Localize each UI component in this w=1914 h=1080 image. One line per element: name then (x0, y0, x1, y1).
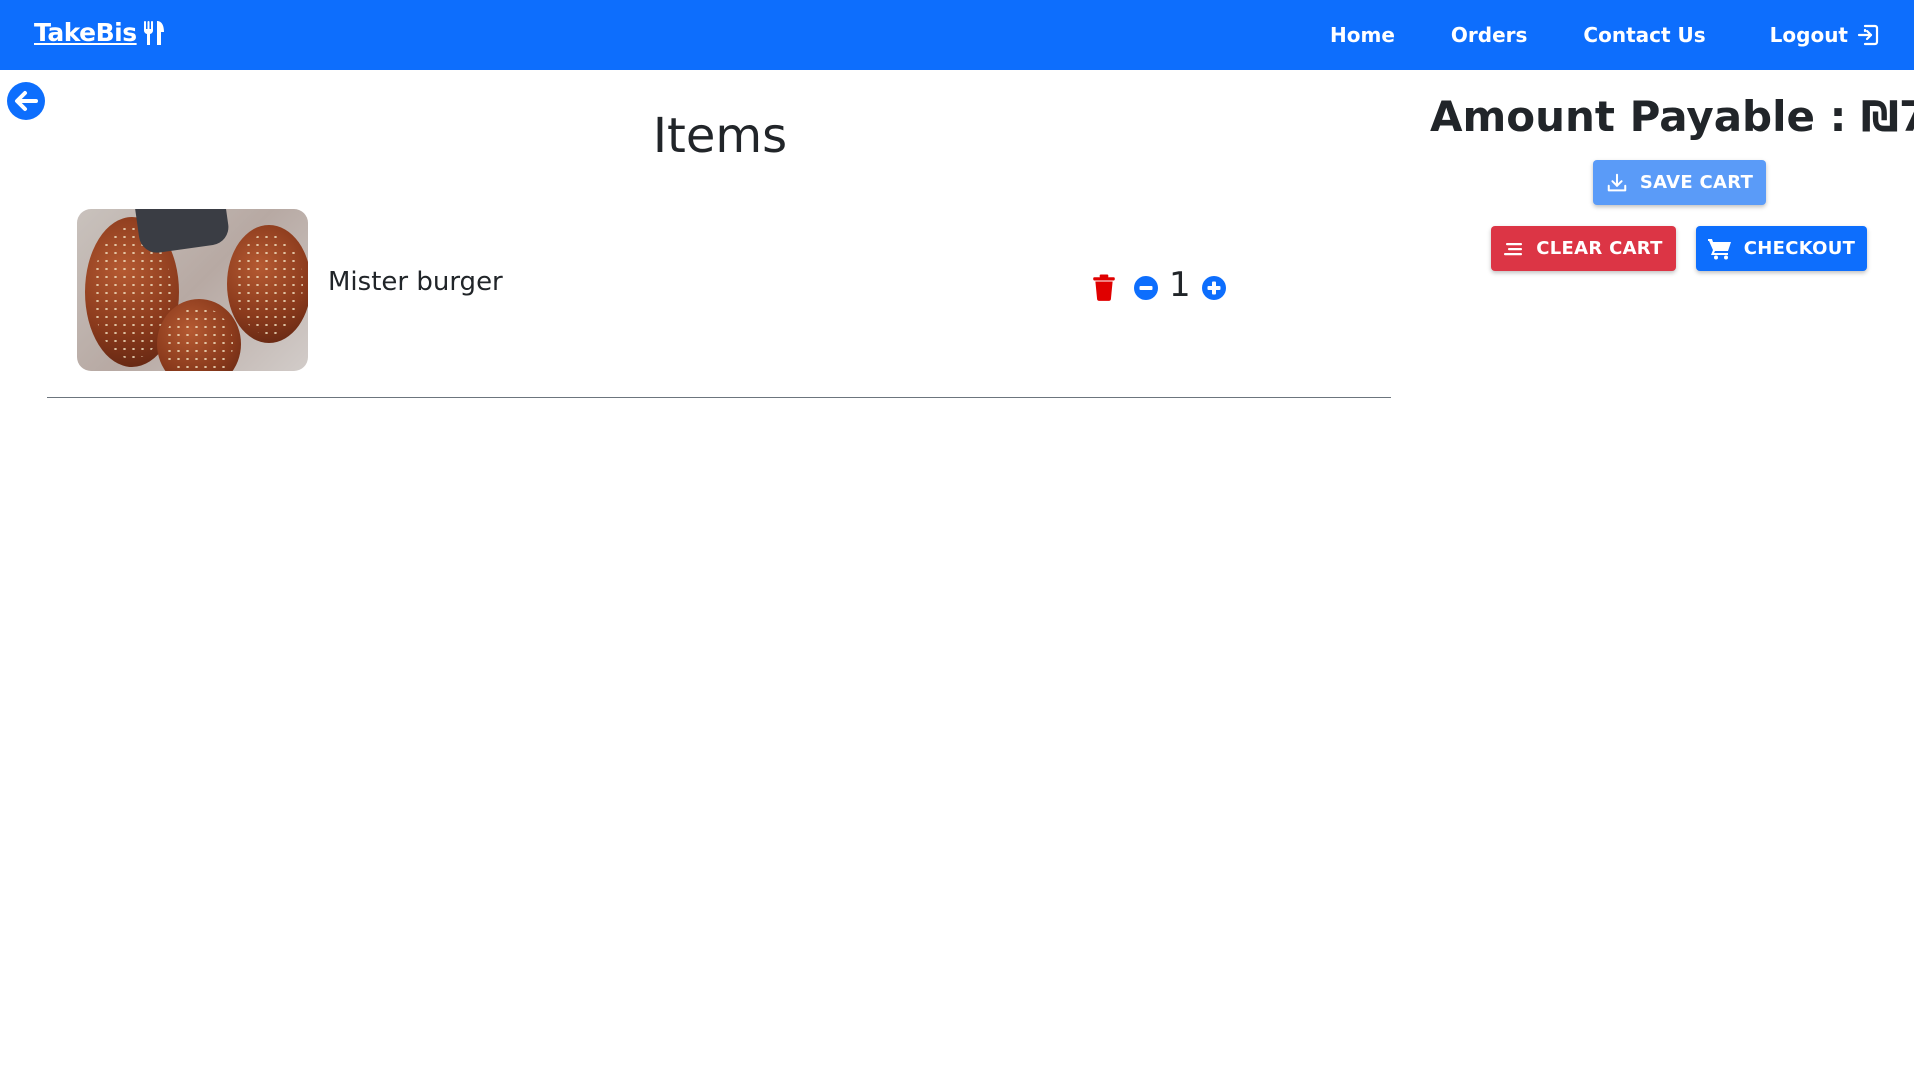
item-name: Mister burger (328, 267, 503, 297)
trash-icon[interactable] (1091, 274, 1117, 302)
nav-contact[interactable]: Contact Us (1583, 23, 1705, 47)
cart-item: Mister burger 1 (77, 209, 1377, 371)
nav-logout-label: Logout (1769, 23, 1848, 47)
amount-payable: Amount Payable : ₪70 (1430, 92, 1914, 141)
brand-name: TakeBis (34, 18, 137, 47)
nav-home[interactable]: Home (1330, 23, 1395, 47)
plus-circle-icon[interactable] (1201, 275, 1227, 301)
nav-contact-label: Contact Us (1583, 23, 1706, 47)
clear-cart-button[interactable]: CLEAR CART (1491, 226, 1676, 271)
burger-plate (133, 209, 231, 255)
nav-logout[interactable]: Logout (1770, 23, 1880, 47)
clear-cart-label: CLEAR CART (1536, 238, 1663, 259)
checkout-label: CHECKOUT (1743, 238, 1856, 259)
navbar: TakeBis Home Orders Contact Us Logout (0, 0, 1914, 70)
minus-circle-icon[interactable] (1133, 275, 1159, 301)
items-title: Items (652, 108, 788, 164)
nav-orders-label: Orders (1450, 23, 1528, 47)
brand-link[interactable]: TakeBis (34, 18, 165, 47)
download-icon (1607, 173, 1627, 191)
save-cart-label: SAVE CART (1639, 172, 1754, 193)
item-image (77, 209, 308, 371)
item-divider (47, 397, 1391, 398)
save-cart-button[interactable]: SAVE CART (1593, 160, 1766, 205)
nav-home-label: Home (1330, 23, 1395, 47)
lines-icon (1504, 242, 1523, 255)
cart-icon (1707, 238, 1731, 259)
logout-icon (1857, 24, 1879, 46)
checkout-button[interactable]: CHECKOUT (1696, 226, 1867, 271)
nav-links: Home Orders Contact Us Logout (1330, 0, 1880, 70)
item-quantity: 1 (1169, 265, 1191, 305)
fork-knife-icon (143, 20, 164, 45)
item-controls: 1 (1091, 265, 1227, 305)
nav-orders[interactable]: Orders (1451, 23, 1528, 47)
burger-bun-right (227, 225, 308, 343)
